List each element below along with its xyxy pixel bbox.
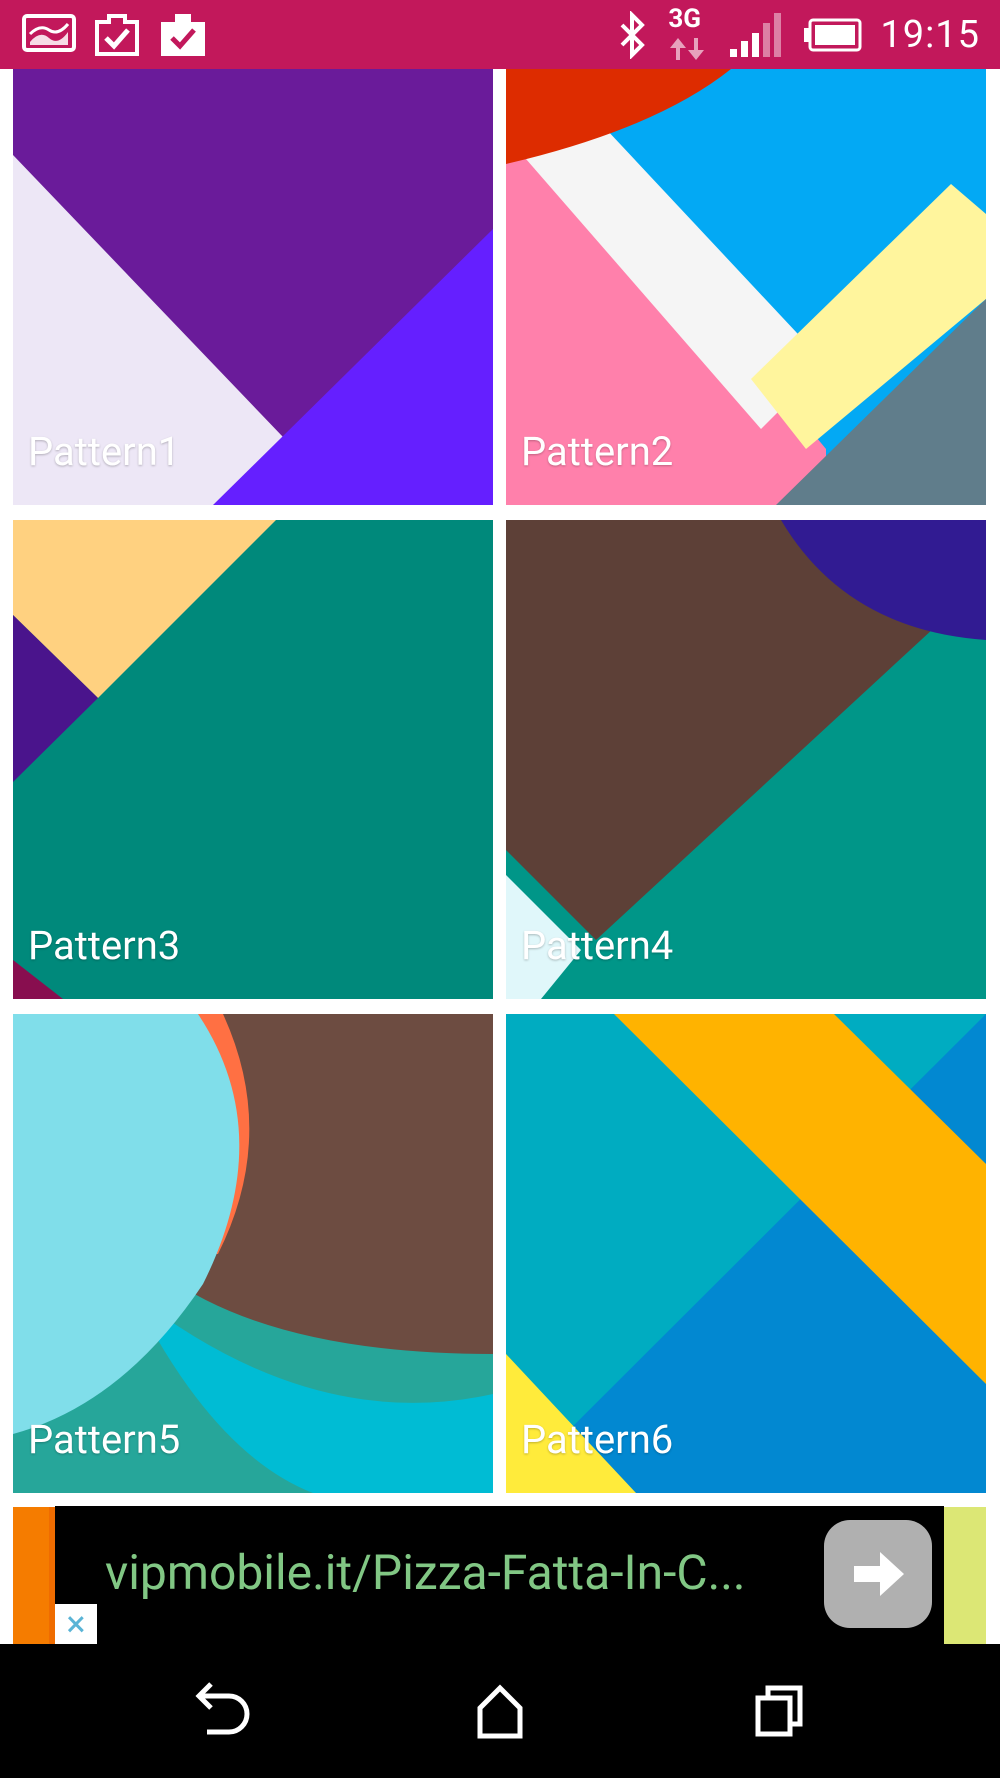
status-bar: 3G 19:15 <box>0 0 1000 69</box>
home-button[interactable] <box>460 1674 540 1748</box>
tile-pattern3[interactable]: Pattern3 <box>13 520 493 999</box>
tile-pattern2[interactable]: Pattern2 <box>506 69 986 505</box>
tile-label: Pattern3 <box>28 922 181 969</box>
data-arrows-icon <box>670 38 705 60</box>
recents-icon <box>755 1685 803 1737</box>
ad-banner[interactable]: vipmobile.it/Pizza-Fatta-In-C... <box>55 1506 944 1644</box>
gallery-icon <box>22 14 76 52</box>
arrow-right-icon <box>854 1552 904 1596</box>
battery-icon <box>804 18 862 52</box>
back-icon <box>195 1682 250 1735</box>
tile-pattern1[interactable]: Pattern1 <box>13 69 493 505</box>
ad-go-button[interactable] <box>824 1520 932 1628</box>
tile-label: Pattern6 <box>521 1416 674 1463</box>
briefcase-check-icon <box>161 14 205 56</box>
tile-label: Pattern4 <box>521 922 674 969</box>
signal-icon <box>730 13 782 57</box>
tile-label: Pattern1 <box>28 428 181 475</box>
ad-url-text[interactable]: vipmobile.it/Pizza-Fatta-In-C... <box>105 1544 746 1601</box>
tile-pattern6[interactable]: Pattern6 <box>506 1014 986 1493</box>
navigation-bar <box>0 1644 1000 1778</box>
home-icon <box>477 1684 523 1739</box>
recents-button[interactable] <box>738 1674 818 1748</box>
tile-pattern5[interactable]: Pattern5 <box>13 1014 493 1493</box>
back-button[interactable] <box>183 1674 263 1748</box>
task-check-icon <box>95 14 139 56</box>
tile-label: Pattern2 <box>521 428 674 475</box>
clock: 19:15 <box>880 13 980 57</box>
tile-pattern4[interactable]: Pattern4 <box>506 520 986 999</box>
tile-label: Pattern5 <box>28 1416 181 1463</box>
network-type: 3G <box>668 4 701 34</box>
bluetooth-icon <box>620 11 646 59</box>
ad-close-button[interactable]: × <box>55 1604 97 1644</box>
